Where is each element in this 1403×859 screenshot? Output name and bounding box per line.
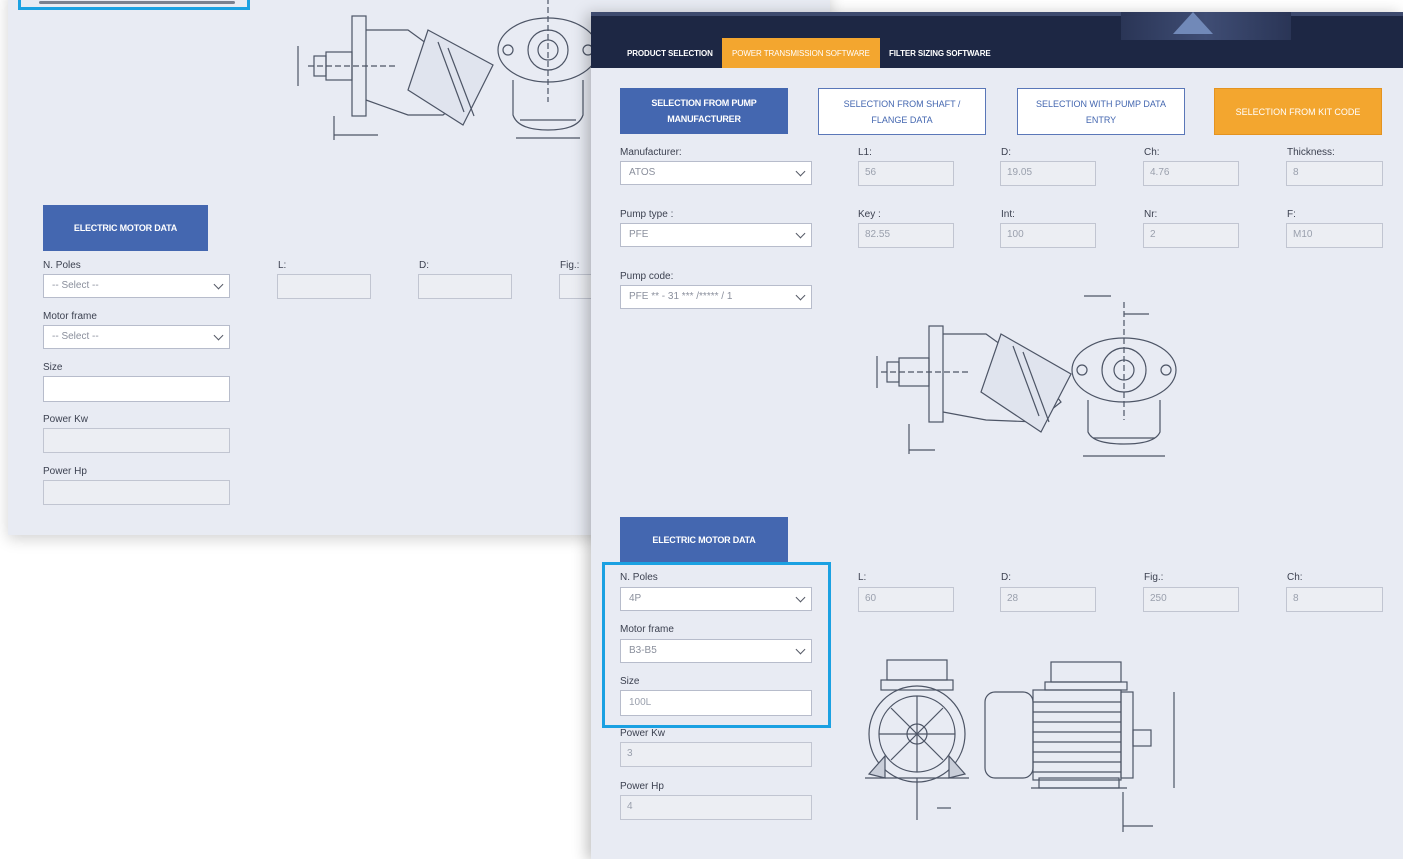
motor-d-field: 28 [1000,587,1096,612]
key-label: Key : [858,209,881,220]
ch-field: 4.76 [1143,161,1239,186]
front-window: PRODUCT SELECTION POWER TRANSMISSION SOF… [591,12,1403,859]
motor-frame-select[interactable]: B3-B5 [620,639,812,663]
chevron-down-icon [795,290,806,301]
ch-label: Ch: [1144,147,1160,158]
selection-kit-code-button[interactable]: SELECTION FROM KIT CODE [1214,88,1382,135]
d-label-back: D: [419,260,429,271]
electric-motor-data-button[interactable]: ELECTRIC MOTOR DATA [620,517,788,563]
motor-l-label: L: [858,572,867,583]
power-kw-field-back [43,428,230,453]
chevron-down-icon [795,228,806,239]
poles-select-value: 4P [629,593,642,604]
power-hp-label: Power Hp [620,781,664,792]
size-input-back[interactable] [43,376,230,402]
top-navbar: PRODUCT SELECTION POWER TRANSMISSION SOF… [591,12,1403,68]
int-field: 100 [1000,223,1096,248]
frame-select-back[interactable]: -- Select -- [43,325,230,349]
d-field: 19.05 [1000,161,1096,186]
frame-label-back: Motor frame [43,311,97,322]
chevron-down-icon [795,644,806,655]
motor-l-field: 60 [858,587,954,612]
chevron-down-icon [795,592,806,603]
motor-ch-label: Ch: [1287,572,1303,583]
electric-motor-data-button-back[interactable]: ELECTRIC MOTOR DATA [43,205,208,251]
selection-pump-data-entry-button[interactable]: SELECTION WITH PUMP DATA ENTRY [1017,88,1185,135]
motor-fig-label: Fig.: [1144,572,1164,583]
fig-label-back: Fig.: [560,260,580,271]
size-label: Size [620,676,640,687]
power-kw-field: 3 [620,742,812,767]
nr-label: Nr: [1144,209,1158,220]
size-label-back: Size [43,362,63,373]
thickness-label: Thickness: [1287,147,1335,158]
f-field: M10 [1286,223,1383,248]
manufacturer-label: Manufacturer: [620,147,682,158]
pump-type-select[interactable]: PFE [620,223,812,247]
highlight-frame-top [18,0,250,10]
motor-ch-field: 8 [1286,587,1383,612]
screenshot-stage: ELECTRIC MOTOR DATA N. Poles -- Select -… [0,0,1403,859]
pump-code-select[interactable]: PFE ** - 31 *** /***** / 1 [620,285,812,309]
pump-code-label: Pump code: [620,271,674,282]
motor-fig-field: 250 [1143,587,1239,612]
poles-select[interactable]: 4P [620,587,812,611]
pump-type-select-value: PFE [629,229,649,240]
l-field-back [277,274,371,299]
motor-frame-label: Motor frame [620,624,674,635]
manufacturer-select-value: ATOS [629,167,656,178]
poles-label: N. Poles [620,572,658,583]
power-hp-field: 4 [620,795,812,820]
nav-product-selection[interactable]: PRODUCT SELECTION [617,38,723,68]
int-label: Int: [1001,209,1015,220]
chevron-down-icon [213,279,224,290]
power-hp-label-back: Power Hp [43,466,87,477]
motor-d-label: D: [1001,572,1011,583]
select-bar [39,1,235,4]
d-field-back [418,274,512,299]
frame-select-back-value: -- Select -- [52,331,99,342]
l1-field: 56 [858,161,954,186]
power-kw-label: Power Kw [620,728,666,739]
chevron-down-icon [795,166,806,177]
pump-code-select-value: PFE ** - 31 *** /***** / 1 [629,291,733,302]
d-label: D: [1001,147,1011,158]
chevron-down-icon [213,330,224,341]
poles-label-back: N. Poles [43,260,81,271]
l-label-back: L: [278,260,287,271]
pump-drawing [876,295,1177,457]
f-label: F: [1287,209,1296,220]
thickness-field: 8 [1286,161,1383,186]
manufacturer-select[interactable]: ATOS [620,161,812,185]
nr-field: 2 [1143,223,1239,248]
size-input[interactable]: 100L [620,690,812,716]
pump-type-label: Pump type : [620,209,674,220]
motor-frame-select-value: B3-B5 [629,645,657,656]
pump-drawing-back [297,0,599,140]
power-hp-field-back [43,480,230,505]
poles-select-back-value: -- Select -- [52,280,99,291]
power-kw-label-back: Power Kw [43,414,89,425]
l1-label: L1: [858,147,872,158]
navbar-banner-graphic [1173,12,1213,34]
nav-power-transmission-software[interactable]: POWER TRANSMISSION SOFTWARE [722,38,880,68]
poles-select-back[interactable]: -- Select -- [43,274,230,298]
motor-drawing [865,659,1175,832]
nav-filter-sizing-software[interactable]: FILTER SIZING SOFTWARE [879,38,1001,68]
key-field: 82.55 [858,223,954,248]
selection-pump-manufacturer-button[interactable]: SELECTION FROM PUMP MANUFACTURER [620,88,788,134]
selection-shaft-flange-button[interactable]: SELECTION FROM SHAFT / FLANGE DATA [818,88,986,135]
